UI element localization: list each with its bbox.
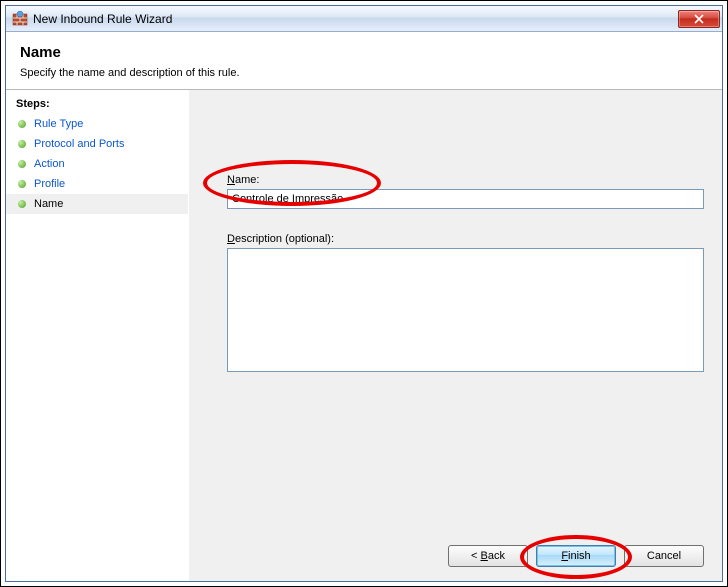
name-label: Name: [227, 174, 704, 186]
description-area: Description (optional): [227, 233, 704, 375]
back-button[interactable]: < Back [448, 545, 528, 567]
titlebar: New Inbound Rule Wizard [6, 6, 722, 32]
screenshot-frame: New Inbound Rule Wizard Name Specify the… [0, 0, 728, 587]
step-action[interactable]: Action [6, 154, 188, 174]
page-subtitle: Specify the name and description of this… [20, 67, 708, 79]
wizard-header: Name Specify the name and description of… [6, 32, 722, 89]
bullet-icon [18, 120, 26, 128]
form-area: Name: Description (optional): [227, 174, 704, 375]
steps-sidebar: Steps: Rule Type Protocol and Ports Acti… [6, 90, 189, 581]
step-label: Name [34, 198, 63, 210]
bullet-icon [18, 140, 26, 148]
close-icon [693, 14, 705, 24]
step-label: Profile [34, 178, 65, 190]
cancel-button[interactable]: Cancel [624, 545, 704, 567]
step-name[interactable]: Name [6, 194, 188, 214]
wizard-body: Steps: Rule Type Protocol and Ports Acti… [6, 90, 722, 581]
bullet-icon [18, 200, 26, 208]
bullet-icon [18, 160, 26, 168]
steps-heading: Steps: [6, 94, 188, 114]
description-input[interactable] [227, 248, 704, 372]
page-title: Name [20, 44, 708, 61]
button-bar: < Back Finish Cancel [448, 545, 704, 567]
step-rule-type[interactable]: Rule Type [6, 114, 188, 134]
step-label: Rule Type [34, 118, 83, 130]
name-input[interactable] [227, 189, 704, 209]
description-label: Description (optional): [227, 233, 704, 245]
step-profile[interactable]: Profile [6, 174, 188, 194]
finish-button[interactable]: Finish [536, 545, 616, 567]
wizard-content: Name: Description (optional): < [189, 90, 722, 581]
close-button[interactable] [678, 10, 720, 28]
window-title: New Inbound Rule Wizard [33, 12, 678, 26]
firewall-icon [12, 11, 28, 27]
step-label: Protocol and Ports [34, 138, 125, 150]
step-protocol-and-ports[interactable]: Protocol and Ports [6, 134, 188, 154]
dialog-window: New Inbound Rule Wizard Name Specify the… [5, 5, 723, 582]
bullet-icon [18, 180, 26, 188]
step-label: Action [34, 158, 65, 170]
